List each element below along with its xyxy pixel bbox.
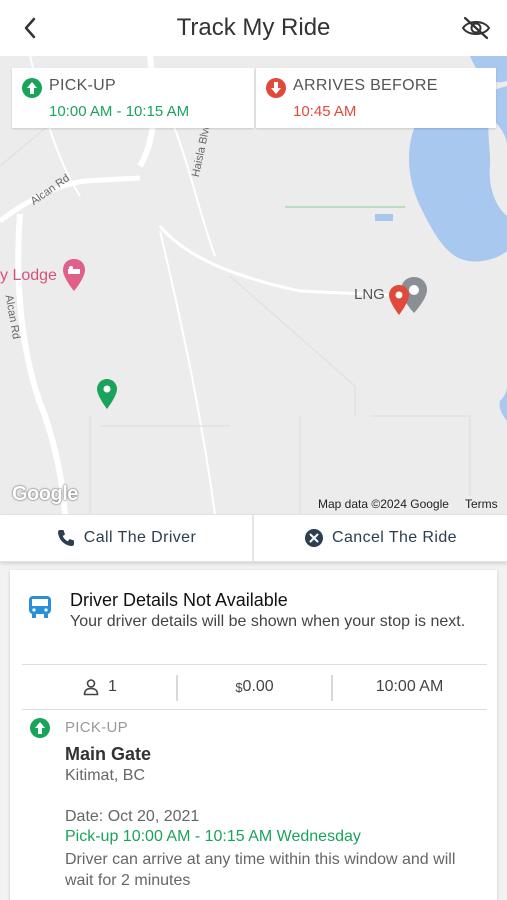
phone-icon (56, 528, 76, 548)
map-attribution: Map data ©2024 Google (318, 497, 449, 511)
driver-details-title: Driver Details Not Available (70, 590, 288, 610)
hotel-marker-icon[interactable] (62, 258, 86, 292)
close-circle-icon (304, 528, 324, 548)
person-icon (83, 679, 99, 696)
page-title: Track My Ride (176, 14, 331, 41)
dropoff-marker-icon[interactable] (388, 284, 410, 316)
cancel-ride-button[interactable]: Cancel The Ride (254, 515, 507, 561)
pickup-window-text: Pick-up 10:00 AM - 10:15 AM Wednesday (65, 828, 361, 845)
stop-city: Kitimat, BC (65, 767, 146, 784)
call-driver-label: Call The Driver (83, 529, 197, 546)
eye-off-icon (461, 16, 491, 40)
pickup-marker-icon[interactable] (96, 378, 118, 410)
pickup-window-card: PICK-UP 10:00 AM - 10:15 AM (12, 68, 254, 128)
stop-name: Main Gate (65, 744, 152, 764)
ride-stats: 1 $0.00 10:00 AM (22, 664, 487, 710)
arrival-time: 10:45 AM (293, 103, 357, 120)
driver-details-subtitle: Your driver details will be shown when y… (70, 613, 466, 630)
ride-map[interactable]: Alcan Rd Alcan Rd Haisla Blvd y Lodge LN… (0, 56, 507, 514)
stop-date: Date: Oct 20, 2021 (65, 808, 200, 825)
ride-details-card: Driver Details Not Available Your driver… (10, 570, 497, 900)
place-label-lodge[interactable]: y Lodge (0, 267, 57, 285)
pickup-time: 10:00 AM - 10:15 AM (49, 103, 190, 120)
google-logo: Google (12, 483, 78, 505)
arrow-up-circle-icon (30, 718, 50, 738)
stop-type-label: PICK-UP (65, 719, 128, 736)
place-label-lng[interactable]: LNG (354, 286, 385, 303)
bus-icon (29, 596, 51, 618)
hide-map-button[interactable] (459, 12, 493, 44)
pickup-time-stat: 10:00 AM (375, 678, 444, 695)
top-bar: Track My Ride (0, 0, 507, 56)
ride-actions-bar: Call The Driver Cancel The Ride (0, 514, 507, 562)
cancel-ride-label: Cancel The Ride (332, 529, 457, 546)
arrow-up-circle-icon (22, 78, 42, 98)
terms-link[interactable]: Terms (465, 497, 498, 511)
fare-amount: $0.00 (235, 678, 274, 695)
pickup-label: PICK-UP (49, 77, 116, 94)
arrival-label: ARRIVES BEFORE (293, 77, 438, 94)
passenger-count: 1 (22, 665, 177, 709)
arrow-down-circle-icon (266, 78, 286, 98)
arrival-card: ARRIVES BEFORE 10:45 AM (256, 68, 496, 128)
call-driver-button[interactable]: Call The Driver (0, 515, 252, 561)
pickup-note: Driver can arrive at any time within thi… (65, 851, 456, 889)
